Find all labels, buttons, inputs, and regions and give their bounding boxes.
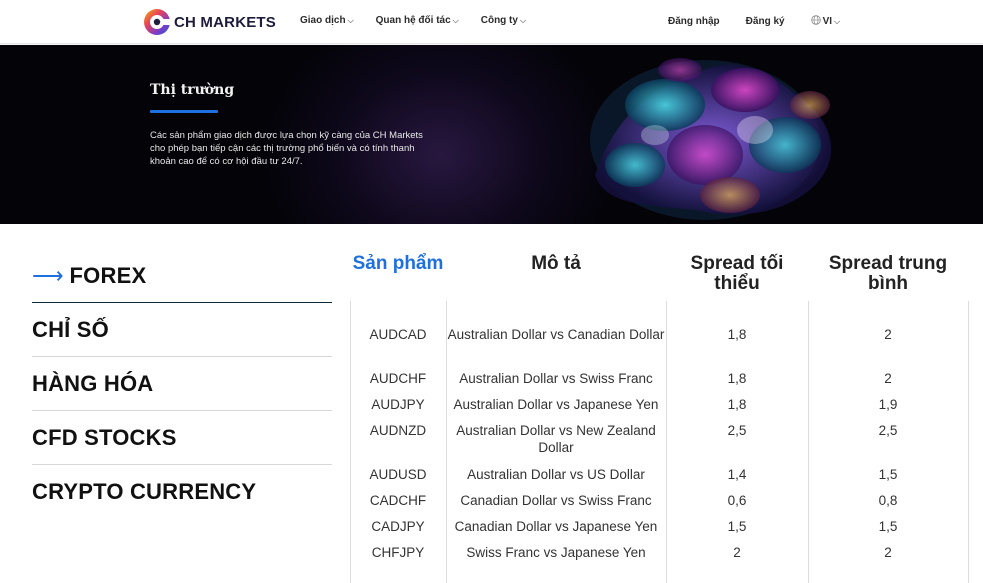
instrument-table: Sản phẩm Mô tả Spread tối thiểu Spread t… (350, 254, 970, 583)
cell-product: AUDJPY (371, 397, 425, 412)
site-header: CH MARKETS Giao dịch ⌵ Quan hệ đối tác ⌵… (0, 0, 983, 44)
language-label: VI (822, 16, 833, 27)
cell-min-spread: 2,5 (727, 423, 747, 438)
cell-avg-spread: 2 (884, 545, 892, 560)
category-forex[interactable]: ⟶ FOREX (32, 250, 332, 303)
ch-markets-logo-icon (144, 9, 171, 35)
category-commodities[interactable]: HÀNG HÓA (32, 357, 332, 411)
nav-item-label: Công ty (480, 15, 518, 26)
hero-title: Thị trường (150, 82, 235, 98)
account-nav: Đăng nhập Đăng ký VI ⌵ (668, 15, 840, 28)
logo[interactable]: CH MARKETS (143, 8, 276, 36)
cell-avg-spread: 2 (884, 327, 892, 342)
cell-description: Australian Dollar vs New Zealand Dollar (456, 423, 656, 455)
category-label: CHỈ SỐ (32, 316, 109, 342)
cell-description: Australian Dollar vs Japanese Yen (453, 397, 659, 412)
cell-min-spread: 1,8 (727, 371, 747, 386)
table-body: AUDCAD Australian Dollar vs Canadian Dol… (350, 301, 970, 565)
category-label: HÀNG HÓA (32, 370, 154, 396)
iridescent-sculpture-image (590, 58, 832, 220)
category-indices[interactable]: CHỈ SỐ (32, 303, 332, 357)
register-link[interactable]: Đăng ký (746, 16, 785, 27)
cell-description: Australian Dollar vs Swiss Franc (459, 371, 653, 386)
column-header-avg-spread: Spread trung bình (828, 253, 948, 294)
column-header-product: Sản phẩm (352, 253, 444, 274)
table-row: AUDUSD Australian Dollar vs US Dollar 1,… (350, 461, 970, 487)
cell-avg-spread: 1,5 (878, 519, 898, 534)
category-label: FOREX (69, 263, 147, 288)
table-row: CADJPY Canadian Dollar vs Japanese Yen 1… (350, 513, 970, 539)
cell-product: AUDUSD (369, 467, 427, 482)
login-link[interactable]: Đăng nhập (668, 16, 720, 27)
column-header-description: Mô tả (531, 253, 581, 274)
cell-product: AUDNZD (369, 423, 427, 438)
chevron-down-icon: ⌵ (834, 16, 841, 26)
table-row: CADCHF Canadian Dollar vs Swiss Franc 0,… (350, 487, 970, 513)
category-crypto[interactable]: CRYPTO CURRENCY (32, 465, 332, 519)
column-header-min-spread: Spread tối thiểu (690, 253, 784, 294)
cell-avg-spread: 2,5 (878, 423, 898, 438)
table-row: AUDJPY Australian Dollar vs Japanese Yen… (350, 391, 970, 417)
language-selector[interactable]: VI ⌵ (810, 15, 841, 28)
chevron-down-icon: ⌵ (347, 15, 354, 25)
category-cfd-stocks[interactable]: CFD STOCKS (32, 411, 332, 465)
cell-description: Australian Dollar vs Canadian Dollar (447, 327, 665, 342)
cell-product: AUDCHF (369, 371, 427, 386)
cell-product: CADJPY (371, 519, 425, 534)
hero-banner: Thị trường Các sản phẩm giao dịch được l… (0, 45, 983, 224)
cell-description: Canadian Dollar vs Japanese Yen (454, 519, 658, 534)
nav-item-label: Giao dịch (300, 15, 346, 26)
cell-product: CHFJPY (371, 545, 425, 560)
nav-item-partnership[interactable]: Quan hệ đối tác ⌵ (376, 15, 459, 26)
cell-avg-spread: 0,8 (878, 493, 898, 508)
cell-description: Australian Dollar vs US Dollar (467, 467, 645, 482)
category-label: CFD STOCKS (32, 424, 177, 450)
nav-item-company[interactable]: Công ty ⌵ (481, 15, 526, 26)
globe-icon (810, 15, 821, 28)
cell-product: AUDCAD (369, 327, 427, 342)
cell-product: CADCHF (369, 493, 427, 508)
table-row: AUDCAD Australian Dollar vs Canadian Dol… (350, 321, 970, 365)
cell-avg-spread: 1,9 (878, 397, 898, 412)
chevron-down-icon: ⌵ (519, 15, 527, 25)
table-row: AUDNZD Australian Dollar vs New Zealand … (350, 417, 970, 461)
cell-min-spread: 1,8 (727, 397, 747, 412)
cell-min-spread: 1,4 (727, 467, 747, 482)
logo-text: CH MARKETS (174, 13, 276, 31)
main-nav: Giao dịch ⌵ Quan hệ đối tác ⌵ Công ty ⌵ (300, 15, 548, 26)
nav-item-trading[interactable]: Giao dịch ⌵ (300, 15, 354, 26)
hero-title-underline (150, 110, 218, 113)
table-row: AUDCHF Australian Dollar vs Swiss Franc … (350, 365, 970, 391)
table-header: Sản phẩm Mô tả Spread tối thiểu Spread t… (350, 254, 970, 301)
cell-description: Canadian Dollar vs Swiss Franc (460, 493, 652, 508)
table-row: CHFJPY Swiss Franc vs Japanese Yen 2 2 (350, 539, 970, 565)
cell-min-spread: 0,6 (727, 493, 747, 508)
category-label: CRYPTO CURRENCY (32, 479, 257, 504)
nav-item-label: Quan hệ đối tác (375, 15, 451, 26)
chevron-down-icon: ⌵ (452, 15, 459, 25)
cell-description: Swiss Franc vs Japanese Yen (466, 545, 646, 560)
cell-min-spread: 1,5 (727, 519, 747, 534)
market-category-list: ⟶ FOREX CHỈ SỐ HÀNG HÓA CFD STOCKS CRYPT… (32, 250, 332, 519)
cell-avg-spread: 2 (884, 371, 892, 386)
hero-description: Các sản phẩm giao dịch được lựa chọn kỹ … (150, 130, 423, 167)
cell-min-spread: 1,8 (727, 327, 747, 342)
cell-avg-spread: 1,5 (878, 467, 898, 482)
cell-min-spread: 2 (733, 545, 741, 560)
arrow-right-icon: ⟶ (32, 263, 64, 288)
